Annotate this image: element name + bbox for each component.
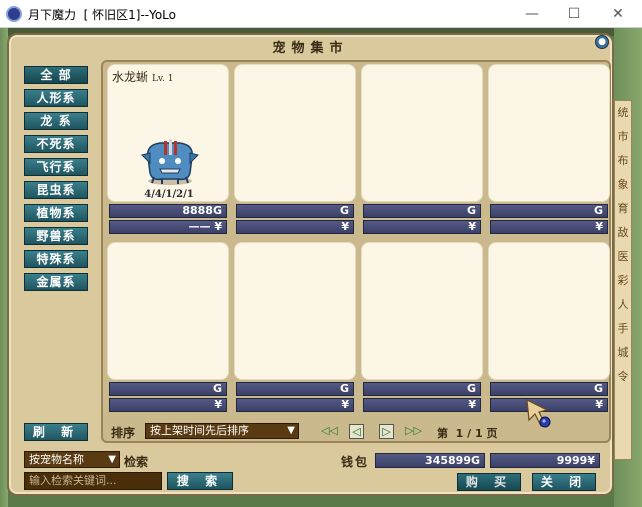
- water-dragon-sprite-icon: [141, 139, 199, 185]
- pet-grid: 水龙蜥 Lv. 1 4/4/1/2/1 8888G —— ¥ G ¥ G ¥ G ¥ G ¥ G ¥ G ¥ G ¥: [101, 60, 611, 443]
- price-yuan-bar: ¥: [236, 398, 354, 412]
- price-gold-bar: G: [363, 204, 481, 218]
- maximize-button[interactable]: ☐: [552, 0, 596, 28]
- sort-label: 排序: [111, 426, 136, 440]
- price-yuan-bar: —— ¥: [109, 220, 227, 234]
- pet-slot[interactable]: 水龙蜥 Lv. 1 4/4/1/2/1: [107, 64, 229, 202]
- refresh-button[interactable]: 刷 新: [24, 423, 88, 441]
- panel-title: 宠物集市: [272, 41, 349, 56]
- side-menu-item[interactable]: 彩: [615, 269, 631, 293]
- window-titlebar: 月下魔力 [ 怀旧区1]--YoLo — ☐ ✕: [0, 0, 642, 28]
- price-gold-bar: G: [109, 382, 227, 396]
- pet-name-text: 水龙蜥: [112, 70, 149, 84]
- side-menu-strip: 统市布象育敌医彩人手城令: [614, 100, 632, 460]
- side-menu-item[interactable]: 手: [615, 317, 631, 341]
- side-menu-item[interactable]: 统: [615, 101, 631, 125]
- pet-slot[interactable]: [107, 242, 229, 380]
- prev-page-button[interactable]: ◁: [349, 424, 364, 439]
- pet-slot[interactable]: [361, 64, 483, 202]
- search-filter-select[interactable]: 按宠物名称 ▼: [24, 451, 120, 468]
- price-yuan-bar: ¥: [490, 220, 608, 234]
- price-gold-bar: G: [490, 204, 608, 218]
- search-label: 检索: [124, 455, 149, 469]
- app-icon: [6, 6, 22, 22]
- side-menu-item[interactable]: 敌: [615, 221, 631, 245]
- sort-selected-value: 按上架时间先后排序: [150, 424, 249, 437]
- category-button[interactable]: 人形系: [24, 89, 88, 107]
- page-indicator: 第 1 / 1 页: [437, 427, 498, 440]
- side-menu-item[interactable]: 人: [615, 293, 631, 317]
- category-button[interactable]: 金属系: [24, 273, 88, 291]
- pet-market-panel: 宠物集市 ● 全 部人形系龙 系不死系飞行系昆虫系植物系野兽系特殊系金属系 刷 …: [7, 33, 614, 496]
- pet-name: 水龙蜥 Lv. 1: [112, 68, 173, 85]
- minimize-button[interactable]: —: [510, 0, 554, 28]
- pet-slot[interactable]: [488, 64, 610, 202]
- panel-close-icon[interactable]: ●: [595, 35, 609, 49]
- price-yuan-bar: ¥: [236, 220, 354, 234]
- price-yuan-bar: ¥: [109, 398, 227, 412]
- pet-slot[interactable]: [234, 64, 356, 202]
- side-menu-item[interactable]: 医: [615, 245, 631, 269]
- price-yuan-bar: ¥: [363, 398, 481, 412]
- filter-selected-value: 按宠物名称: [29, 453, 84, 466]
- mouse-cursor-icon: [526, 398, 551, 428]
- price-gold-bar: G: [490, 382, 608, 396]
- side-menu-item[interactable]: 令: [615, 365, 631, 389]
- pet-slot[interactable]: [361, 242, 483, 380]
- last-page-button[interactable]: ▷▷: [405, 424, 422, 439]
- category-button[interactable]: 昆虫系: [24, 181, 88, 199]
- price-gold-bar: G: [236, 382, 354, 396]
- price-gold-bar: 8888G: [109, 204, 227, 218]
- side-menu-item[interactable]: 育: [615, 197, 631, 221]
- category-button[interactable]: 飞行系: [24, 158, 88, 176]
- category-button[interactable]: 不死系: [24, 135, 88, 153]
- pet-slot[interactable]: [488, 242, 610, 380]
- side-menu-item[interactable]: 城: [615, 341, 631, 365]
- window-title: 月下魔力 [ 怀旧区1]--YoLo: [28, 8, 176, 22]
- chevron-down-icon: ▼: [287, 425, 295, 436]
- side-menu-item[interactable]: 市: [615, 125, 631, 149]
- chevron-down-icon: ▼: [108, 454, 116, 465]
- category-button[interactable]: 植物系: [24, 204, 88, 222]
- search-button[interactable]: 搜 索: [167, 472, 233, 490]
- side-menu-item[interactable]: 象: [615, 173, 631, 197]
- price-gold-bar: G: [236, 204, 354, 218]
- pet-level: Lv. 1: [152, 74, 174, 84]
- wallet-yuan: 9999¥: [490, 453, 600, 468]
- sort-select[interactable]: 按上架时间先后排序 ▼: [145, 423, 299, 439]
- side-menu-item[interactable]: 布: [615, 149, 631, 173]
- first-page-button[interactable]: ◁◁: [321, 424, 338, 439]
- category-button[interactable]: 野兽系: [24, 227, 88, 245]
- pet-stats: 4/4/1/2/1: [144, 189, 194, 200]
- category-button[interactable]: 全 部: [24, 66, 88, 84]
- close-button[interactable]: 关 闭: [532, 473, 596, 491]
- price-gold-bar: G: [363, 382, 481, 396]
- search-input[interactable]: 输入检索关键词...: [24, 472, 162, 490]
- wallet-gold: 345899G: [375, 453, 485, 468]
- close-window-button[interactable]: ✕: [596, 0, 640, 28]
- category-button[interactable]: 特殊系: [24, 250, 88, 268]
- category-button[interactable]: 龙 系: [24, 112, 88, 130]
- buy-button[interactable]: 购 买: [457, 473, 521, 491]
- pet-slot[interactable]: [234, 242, 356, 380]
- wallet-label: 钱包: [341, 455, 370, 469]
- price-yuan-bar: ¥: [363, 220, 481, 234]
- next-page-button[interactable]: ▷: [379, 424, 394, 439]
